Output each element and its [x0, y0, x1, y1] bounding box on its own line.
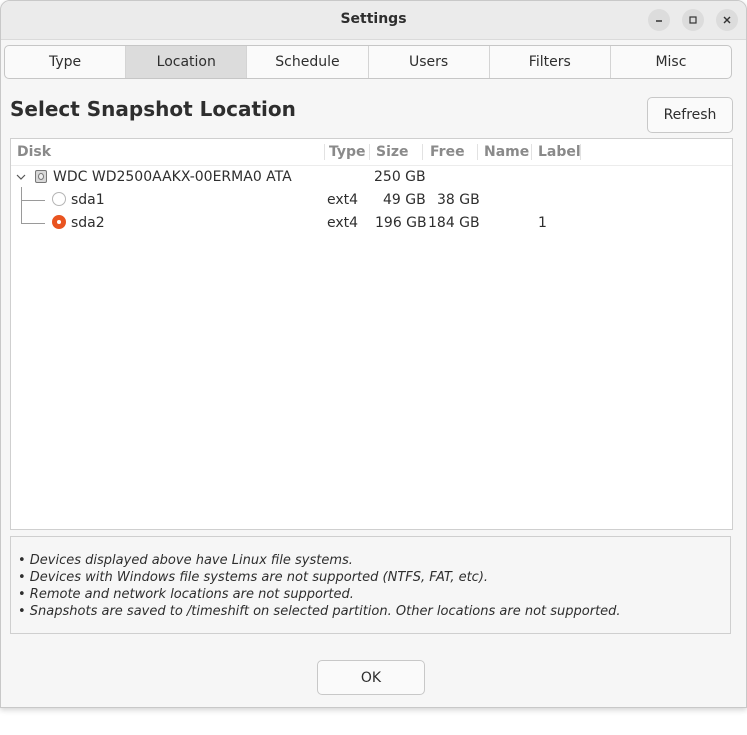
tree-line [21, 187, 22, 223]
column-header-size[interactable]: Size [376, 139, 409, 165]
note-line: • Snapshots are saved to /timeshift on s… [18, 604, 621, 619]
settings-window: Settings Type Location Schedule Users Fi… [0, 0, 747, 708]
partition-free: 38 GB [437, 192, 480, 208]
page-title: Select Snapshot Location [10, 97, 296, 121]
ok-button[interactable]: OK [317, 660, 425, 695]
column-separator [422, 144, 423, 160]
note-line: • Remote and network locations are not s… [18, 587, 354, 602]
tab-location[interactable]: Location [126, 46, 248, 78]
column-header-free[interactable]: Free [430, 139, 465, 165]
disk-name: WDC WD2500AAKX-00ERMA0 ATA [53, 169, 292, 185]
column-header-type[interactable]: Type [329, 139, 366, 165]
column-separator [531, 144, 532, 160]
partition-radio-sda2[interactable] [52, 215, 66, 229]
column-separator [580, 144, 581, 160]
partition-type: ext4 [327, 215, 359, 231]
column-separator [477, 144, 478, 160]
settings-tabs: Type Location Schedule Users Filters Mis… [4, 45, 732, 79]
tab-type[interactable]: Type [5, 46, 127, 78]
note-line: • Devices with Windows file systems are … [18, 570, 489, 585]
close-icon[interactable] [716, 9, 738, 31]
note-line: • Devices displayed above have Linux fil… [18, 553, 353, 568]
column-header-disk[interactable]: Disk [17, 139, 51, 165]
column-header-name[interactable]: Name [484, 139, 529, 165]
disk-list: Disk Type Size Free Name Label WDC WD250… [10, 138, 733, 530]
tree-line [21, 200, 45, 201]
tab-filters[interactable]: Filters [490, 46, 611, 78]
hard-disk-icon [35, 170, 47, 183]
chevron-down-icon[interactable] [16, 172, 26, 182]
info-notes: • Devices displayed above have Linux fil… [10, 536, 731, 634]
partition-size: 196 GB [375, 215, 427, 231]
column-separator [324, 144, 325, 160]
tab-users[interactable]: Users [369, 46, 490, 78]
partition-name: sda2 [71, 215, 105, 231]
tree-line [21, 223, 45, 224]
partition-size: 49 GB [383, 192, 426, 208]
minimize-icon[interactable] [648, 9, 670, 31]
partition-label: 1 [538, 215, 547, 231]
maximize-icon[interactable] [682, 9, 704, 31]
header-divider [11, 165, 732, 166]
disk-size: 250 GB [374, 169, 426, 185]
tab-misc[interactable]: Misc [611, 46, 731, 78]
tab-schedule[interactable]: Schedule [247, 46, 369, 78]
title-bar: Settings [1, 1, 746, 40]
partition-free: 184 GB [428, 215, 480, 231]
refresh-button[interactable]: Refresh [647, 97, 733, 133]
partition-name: sda1 [71, 192, 105, 208]
column-header-label[interactable]: Label [538, 139, 581, 165]
column-separator [369, 144, 370, 160]
window-title: Settings [340, 11, 407, 27]
partition-radio-sda1[interactable] [52, 192, 66, 206]
partition-type: ext4 [327, 192, 359, 208]
